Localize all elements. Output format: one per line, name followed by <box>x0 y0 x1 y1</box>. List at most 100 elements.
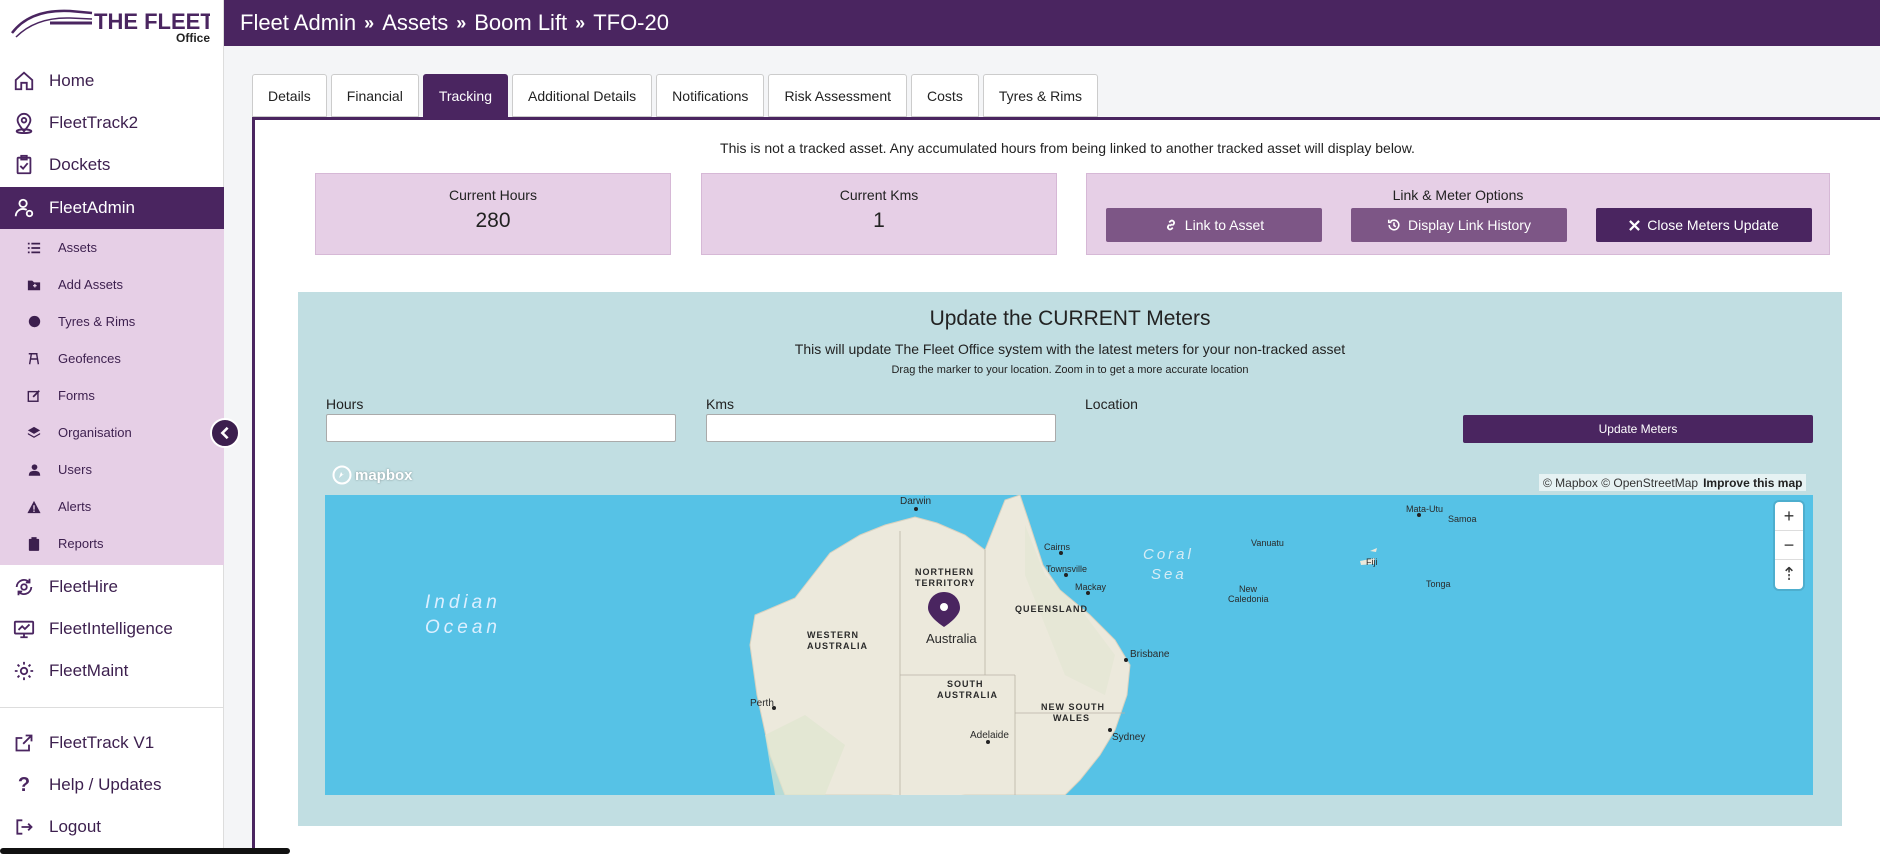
map-label-sydney: Sydney <box>1112 732 1145 743</box>
geofence-icon <box>26 351 42 367</box>
home-icon <box>12 69 36 93</box>
fleetadmin-submenu: Assets Add Assets Tyres & Rims Geofences… <box>0 229 224 565</box>
sub-item-tyres[interactable]: Tyres & Rims <box>0 303 224 340</box>
mapbox-icon <box>332 465 352 485</box>
nav-fleethire-label: FleetHire <box>49 577 118 596</box>
tab-tyres-rims[interactable]: Tyres & Rims <box>982 74 1099 117</box>
close-icon <box>1629 219 1641 231</box>
map-label-ocean: Ocean <box>425 617 501 638</box>
folder-plus-icon <box>26 277 42 293</box>
compass-button[interactable]: ⇡ <box>1775 560 1803 589</box>
nav-fleettrack-v1-label: FleetTrack V1 <box>49 733 155 752</box>
zoom-in-button[interactable]: + <box>1775 502 1803 531</box>
tab-notifications[interactable]: Notifications <box>656 74 765 117</box>
mapbox-logo[interactable]: mapbox <box>332 465 413 485</box>
map-label-newcal2: Caledonia <box>1228 594 1269 604</box>
nav-logout-label: Logout <box>49 817 101 836</box>
sub-item-assets[interactable]: Assets <box>0 229 224 266</box>
bottom-scrollbar[interactable] <box>0 848 290 854</box>
nav-home[interactable]: Home <box>0 60 224 102</box>
hours-label: Hours <box>326 396 364 412</box>
nav-fleetmaint[interactable]: FleetMaint <box>0 650 224 692</box>
nav-fleetadmin[interactable]: FleetAdmin <box>0 187 224 229</box>
update-meters-title: Update the CURRENT Meters <box>929 307 1211 330</box>
tab-risk-assessment[interactable]: Risk Assessment <box>768 74 908 117</box>
map-attribution-text[interactable]: © Mapbox © OpenStreetMap <box>1543 476 1698 490</box>
list-icon <box>26 240 42 256</box>
update-meters-subtitle: This will update The Fleet Office system… <box>794 341 1346 357</box>
sub-item-organisation[interactable]: Organisation <box>0 414 224 451</box>
sidebar-divider <box>0 707 224 708</box>
layers-icon <box>26 425 42 441</box>
current-hours-card: Current Hours 280 <box>315 173 671 255</box>
sidebar-collapse-button[interactable] <box>210 418 240 448</box>
zoom-out-button[interactable]: − <box>1775 531 1803 560</box>
sub-item-add-assets[interactable]: Add Assets <box>0 266 224 303</box>
update-meters-button[interactable]: Update Meters <box>1463 415 1813 443</box>
double-chevron-icon: » <box>575 12 586 33</box>
sub-item-reports[interactable]: Reports <box>0 525 224 562</box>
map-label-indian: Indian <box>425 592 501 613</box>
tab-details[interactable]: Details <box>252 74 327 117</box>
clipboard-icon <box>26 536 42 552</box>
nav-fleetintelligence[interactable]: FleetIntelligence <box>0 608 224 650</box>
map-label-sa1: SOUTH <box>947 679 984 689</box>
map-label-cairns: Cairns <box>1044 542 1071 552</box>
nav-dockets[interactable]: Dockets <box>0 144 224 186</box>
double-chevron-icon: » <box>364 12 375 33</box>
improve-map-link[interactable]: Improve this map <box>1703 476 1802 490</box>
current-kms-value: 1 <box>873 209 885 232</box>
map-label-mackay: Mackay <box>1075 582 1107 592</box>
tab-additional-details[interactable]: Additional Details <box>512 74 653 117</box>
gear-icon <box>12 659 36 683</box>
sub-item-assets-label: Assets <box>58 240 98 255</box>
external-link-icon <box>12 731 36 755</box>
tab-financial[interactable]: Financial <box>330 74 419 117</box>
current-hours-label: Current Hours <box>449 187 537 203</box>
logout-icon <box>12 815 36 839</box>
sub-item-geofences[interactable]: Geofences <box>0 340 224 377</box>
sub-item-alerts[interactable]: Alerts <box>0 488 224 525</box>
map-canvas: Indian Ocean Coral Sea Darwin NORTHERN T… <box>425 495 1477 795</box>
sidebar: THE FLEET Office Home FleetTrack2 Docket… <box>0 0 224 854</box>
hours-input[interactable] <box>326 414 676 442</box>
map-label-nsw2: WALES <box>1053 713 1090 723</box>
update-meters-section: Update the CURRENT Meters This will upda… <box>298 292 1842 826</box>
map-label-coral: Coral <box>1143 546 1194 563</box>
kms-input[interactable] <box>706 414 1056 442</box>
map-label-nsw1: NEW SOUTH <box>1041 702 1105 712</box>
close-meters-update-button[interactable]: Close Meters Update <box>1596 208 1812 242</box>
sub-item-geofences-label: Geofences <box>58 351 121 366</box>
nav-help[interactable]: ? Help / Updates <box>0 764 224 806</box>
link-to-asset-button[interactable]: Link to Asset <box>1106 208 1322 242</box>
sub-item-forms[interactable]: Forms <box>0 377 224 414</box>
breadcrumb-item[interactable]: Assets <box>382 10 448 36</box>
nav-home-label: Home <box>49 71 95 90</box>
close-meters-update-label: Close Meters Update <box>1647 217 1779 233</box>
nav-logout[interactable]: Logout <box>0 806 224 848</box>
nav-fleetmaint-label: FleetMaint <box>49 661 129 680</box>
tab-tracking[interactable]: Tracking <box>422 74 508 117</box>
location-map[interactable]: Indian Ocean Coral Sea Darwin NORTHERN T… <box>325 495 1813 795</box>
map-label-qld: QUEENSLAND <box>1015 604 1088 614</box>
nav-dockets-label: Dockets <box>49 155 111 174</box>
display-link-history-button[interactable]: Display Link History <box>1351 208 1567 242</box>
app: THE FLEET Office Home FleetTrack2 Docket… <box>0 0 1880 854</box>
sub-item-tyres-label: Tyres & Rims <box>58 314 136 329</box>
nav-fleettrack2-label: FleetTrack2 <box>49 113 139 132</box>
monitor-icon <box>12 617 36 641</box>
nav-fleethire[interactable]: FleetHire <box>0 566 224 608</box>
tab-costs[interactable]: Costs <box>911 74 979 117</box>
breadcrumb-item[interactable]: Fleet Admin <box>240 10 356 36</box>
nav-fleettrack-v1[interactable]: FleetTrack V1 <box>0 722 224 764</box>
sub-item-add-assets-label: Add Assets <box>58 277 124 292</box>
sub-item-users[interactable]: Users <box>0 451 224 488</box>
history-icon <box>1387 218 1401 232</box>
current-kms-card: Current Kms 1 <box>701 173 1057 255</box>
map-label-nt1: NORTHERN <box>915 567 974 577</box>
nav-fleettrack2[interactable]: FleetTrack2 <box>0 102 224 144</box>
breadcrumb-item[interactable]: Boom Lift <box>474 10 567 36</box>
map-label-wa2: AUSTRALIA <box>807 641 868 651</box>
map-label-mata-utu: Mata-Utu <box>1406 504 1443 514</box>
brand-logo[interactable]: THE FLEET Office <box>0 0 223 46</box>
